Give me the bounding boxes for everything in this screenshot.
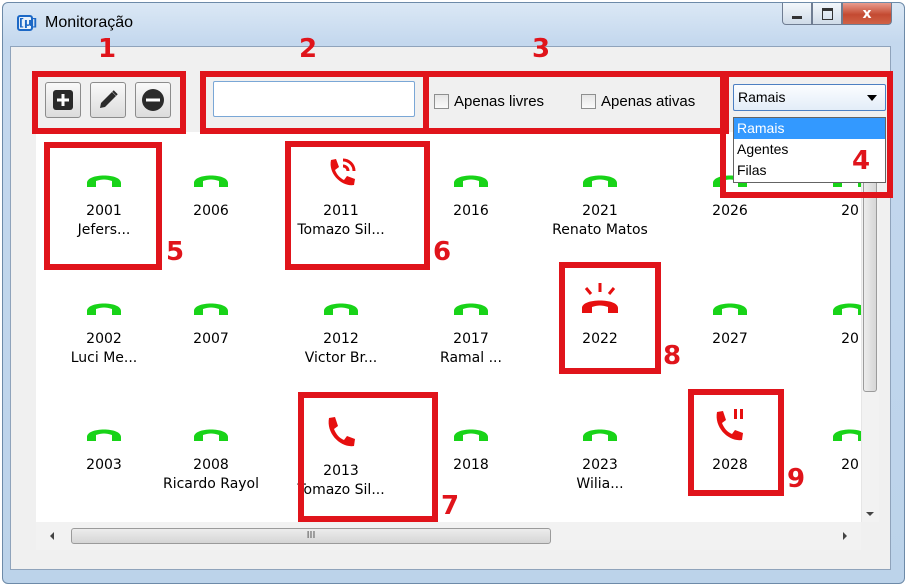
horizontal-scroll-thumb[interactable]: III (71, 528, 551, 544)
extension-item-2012[interactable]: 2012 Victor Br... (291, 268, 391, 368)
phone-free-icon (421, 140, 521, 190)
phone-free-icon (800, 394, 861, 444)
annotation-number-9: 9 (787, 464, 806, 494)
minimize-button[interactable] (782, 3, 812, 25)
annotation-number-7: 7 (441, 491, 460, 521)
extension-item-2003[interactable]: 2003 (54, 394, 154, 475)
phone-free-icon (161, 394, 261, 444)
extension-number: 2006 (193, 203, 229, 219)
extension-number: 2002 (86, 331, 122, 347)
scroll-right-arrow-icon[interactable] (843, 532, 847, 540)
extension-name: Luci Me... (70, 350, 138, 366)
horizontal-scrollbar[interactable]: III (36, 522, 861, 550)
annotation-box-6 (285, 141, 430, 270)
maximize-icon (821, 7, 833, 20)
annotation-number-4: 4 (852, 146, 871, 176)
vertical-scroll-thumb[interactable] (863, 164, 877, 392)
annotation-box-9 (688, 389, 784, 496)
extension-item-20[interactable]: 20 (800, 394, 861, 475)
phone-free-icon (161, 140, 261, 190)
extension-name: Renato Matos (552, 222, 648, 238)
extension-name: Ricardo Rayol (162, 476, 260, 492)
extension-name: Wilia... (576, 476, 624, 492)
annotation-number-1: 1 (98, 34, 117, 64)
close-icon: x (862, 5, 872, 22)
extension-number: 20 (841, 203, 859, 219)
phone-free-icon (421, 268, 521, 318)
annotation-number-8: 8 (663, 341, 682, 371)
extension-name: Ramal ... (440, 350, 502, 366)
title-bar[interactable]: [μ] Monitoração x (3, 3, 904, 43)
phone-free-icon (54, 268, 154, 318)
annotation-number-2: 2 (299, 34, 318, 64)
annotation-number-5: 5 (166, 237, 185, 267)
annotation-box-8 (559, 262, 661, 374)
extension-number: 2012 (323, 331, 359, 347)
extension-number: 2023 (582, 457, 618, 473)
extension-number: 2003 (86, 457, 122, 473)
extension-item-2017[interactable]: 2017 Ramal ... (421, 268, 521, 368)
phone-free-icon (800, 268, 861, 318)
window-title: Monitoração (45, 14, 134, 31)
phone-free-icon (161, 268, 261, 318)
extension-number: 2021 (582, 203, 618, 219)
extension-item-2027[interactable]: 2027 (680, 268, 780, 349)
phone-free-icon (550, 394, 650, 444)
annotation-number-3: 3 (532, 34, 551, 64)
extension-number: 2017 (453, 331, 489, 347)
extension-number: 2007 (193, 331, 229, 347)
maximize-button[interactable] (812, 3, 842, 25)
scroll-left-arrow-icon[interactable] (50, 532, 54, 540)
annotation-box-7 (298, 392, 438, 522)
extension-item-20[interactable]: 20 (800, 268, 861, 349)
extension-number: 2016 (453, 203, 489, 219)
annotation-box-2 (200, 71, 429, 134)
scroll-down-arrow-icon[interactable] (866, 512, 874, 516)
extension-number: 2008 (193, 457, 229, 473)
annotation-box-1 (32, 71, 186, 134)
minimize-icon (792, 16, 802, 19)
phone-free-icon (680, 268, 780, 318)
extension-item-2006[interactable]: 2006 (161, 140, 261, 221)
annotation-box-5 (44, 142, 162, 270)
extension-item-2023[interactable]: 2023 Wilia... (550, 394, 650, 494)
extension-number: 2026 (712, 203, 748, 219)
extension-item-2021[interactable]: 2021 Renato Matos (550, 140, 650, 240)
annotation-number-6: 6 (433, 237, 452, 267)
phone-free-icon (54, 394, 154, 444)
annotation-box-3 (423, 71, 729, 134)
extension-item-2016[interactable]: 2016 (421, 140, 521, 221)
phone-free-icon (550, 140, 650, 190)
extension-number: 20 (841, 457, 859, 473)
extension-item-2008[interactable]: 2008 Ricardo Rayol (161, 394, 261, 494)
phone-free-icon (291, 268, 391, 318)
annotation-box-4 (720, 71, 893, 198)
extension-number: 20 (841, 331, 859, 347)
app-icon: [μ] (17, 15, 38, 31)
extension-name: Victor Br... (304, 350, 378, 366)
extension-number: 2027 (712, 331, 748, 347)
extension-item-2002[interactable]: 2002 Luci Me... (54, 268, 154, 368)
close-button[interactable]: x (842, 3, 892, 25)
extension-item-2007[interactable]: 2007 (161, 268, 261, 349)
